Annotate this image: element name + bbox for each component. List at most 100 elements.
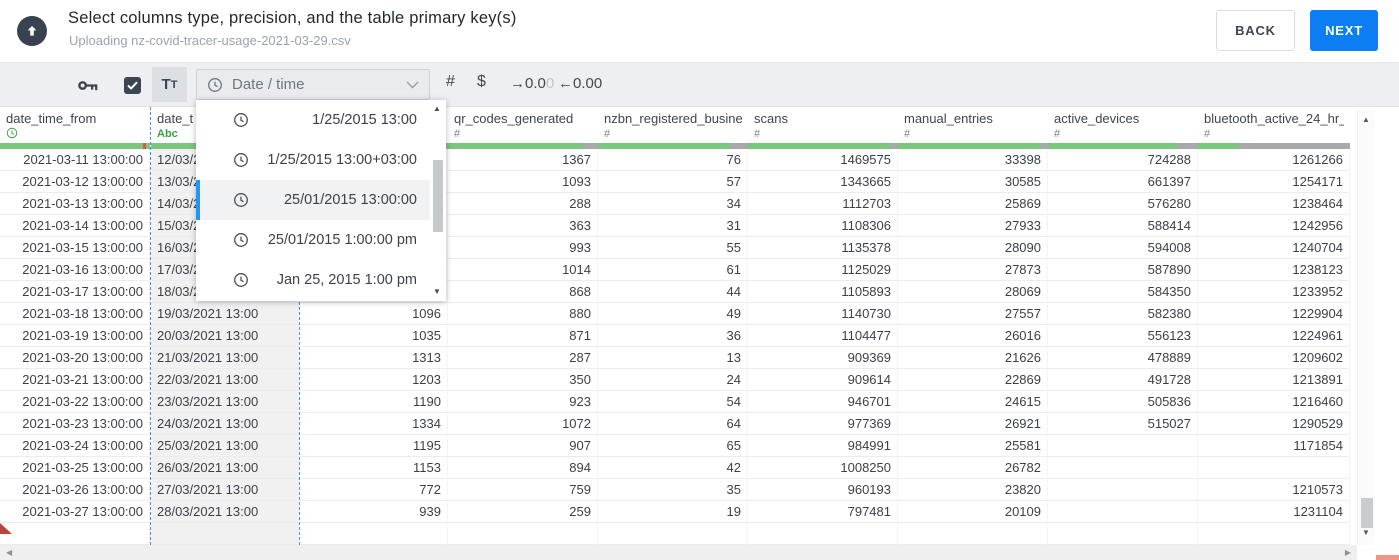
dropdown-scrollbar-thumb[interactable] — [433, 160, 443, 232]
table-cell: 1014 — [448, 259, 598, 281]
table-cell-empty — [448, 523, 598, 545]
table-vertical-scrollbar[interactable]: ▲ ▼ — [1357, 110, 1375, 545]
next-button[interactable]: NEXT — [1310, 10, 1378, 51]
scroll-up-icon[interactable]: ▲ — [433, 105, 441, 113]
table-cell: 556123 — [1048, 325, 1198, 347]
clock-icon — [233, 152, 249, 168]
table-cell: 20/03/2021 13:00 — [151, 325, 299, 347]
table-cell-empty — [1048, 523, 1198, 545]
table-cell: 22869 — [898, 369, 1048, 391]
dropdown-option[interactable]: 25/01/2015 1:00:00 pm — [196, 220, 430, 260]
column-title: manual_entries — [904, 111, 993, 126]
column-header[interactable]: date_time_from — [0, 107, 150, 143]
scroll-left-icon[interactable]: ◀ — [6, 548, 12, 557]
column-title: active_devices — [1054, 111, 1140, 126]
table-cell: 1093 — [448, 171, 598, 193]
column-header[interactable]: scans # — [748, 107, 898, 143]
column-header[interactable]: nzbn_registered_busine # — [598, 107, 748, 143]
decrease-precision-button[interactable]: ←0.00 — [558, 75, 602, 92]
back-button[interactable]: BACK — [1216, 10, 1295, 51]
table-cell: 993 — [448, 237, 598, 259]
table-cell: 26782 — [898, 457, 1048, 479]
table-cell: 2021-03-13 13:00:00 — [0, 193, 150, 215]
text-type-button[interactable]: TT — [152, 67, 187, 102]
table-cell: 984991 — [748, 435, 898, 457]
table-cell: 64 — [598, 413, 748, 435]
boolean-type-checkbox[interactable] — [124, 77, 141, 94]
column-header[interactable]: qr_codes_generated # — [448, 107, 598, 143]
increase-precision-button[interactable]: →0.00 — [510, 75, 554, 92]
table-cell: 1195 — [300, 435, 448, 457]
table-cell: 1290529 — [1198, 413, 1350, 435]
number-type-icon: # — [454, 128, 461, 140]
vertical-scrollbar-thumb[interactable] — [1361, 498, 1373, 528]
table-horizontal-scrollbar[interactable]: ◀ ▶ — [0, 545, 1357, 560]
table-cell-empty — [598, 523, 748, 545]
table-cell: 923 — [448, 391, 598, 413]
number-type-icon: # — [1054, 128, 1061, 140]
table-cell: 19 — [598, 501, 748, 523]
table-cell: 44 — [598, 281, 748, 303]
table-cell: 350 — [448, 369, 598, 391]
dropdown-option[interactable]: Jan 25, 2015 1:00 pm — [196, 260, 430, 300]
column-date_time_from: date_time_from 2021-03-11 13:00:00 2021-03… — [0, 107, 150, 545]
scroll-down-icon[interactable]: ▼ — [1362, 529, 1370, 537]
dropdown-option[interactable]: 1/25/2015 13:00+03:00 — [196, 140, 430, 180]
column-title: bluetooth_active_24_hr_ — [1204, 111, 1344, 126]
chevron-down-icon — [406, 80, 419, 89]
table-cell: 909369 — [748, 347, 898, 369]
table-cell: 287 — [448, 347, 598, 369]
column-header[interactable]: bluetooth_active_24_hr_ # — [1198, 107, 1350, 143]
column-type-select[interactable]: Date / time — [196, 69, 430, 100]
table-cell: 594008 — [1048, 237, 1198, 259]
table-cell: 894 — [448, 457, 598, 479]
primary-key-icon[interactable] — [78, 79, 98, 97]
table-cell: 909614 — [748, 369, 898, 391]
table-cell: 1334 — [300, 413, 448, 435]
column-active_devices: active_devices #724288 661397 576280 588414 5… — [1048, 107, 1198, 545]
table-cell — [1048, 457, 1198, 479]
column-qr_codes_generated: qr_codes_generated #1367 1093 288 363 993 1014… — [448, 107, 598, 545]
column-manual_entries: manual_entries #33398 30585 25869 27933 28090… — [898, 107, 1048, 545]
table-cell: 2021-03-15 13:00:00 — [0, 237, 150, 259]
table-cell: 23/03/2021 13:00 — [151, 391, 299, 413]
dropdown-option[interactable]: 25/01/2015 13:00:00 — [196, 180, 430, 220]
table-cell: 478889 — [1048, 347, 1198, 369]
scroll-corner-indicator — [1376, 555, 1399, 560]
table-cell: 28069 — [898, 281, 1048, 303]
table-cell: 27/03/2021 13:00 — [151, 479, 299, 501]
clock-icon — [233, 232, 249, 248]
clock-icon — [233, 192, 249, 208]
table-cell: 25/03/2021 13:00 — [151, 435, 299, 457]
scroll-up-icon[interactable]: ▲ — [1362, 116, 1370, 124]
table-cell — [1048, 435, 1198, 457]
number-type-icon: # — [1204, 128, 1211, 140]
table-cell: 1008250 — [748, 457, 898, 479]
column-header[interactable]: active_devices # — [1048, 107, 1198, 143]
table-cell: 1242956 — [1198, 215, 1350, 237]
currency-type-button[interactable]: $ — [477, 73, 486, 91]
table-cell: 1153 — [300, 457, 448, 479]
table-cell: 1190 — [300, 391, 448, 413]
column-title: date_time_from — [6, 111, 97, 126]
table-cell: 759 — [448, 479, 598, 501]
table-cell: 515027 — [1048, 413, 1198, 435]
table-cell: 27933 — [898, 215, 1048, 237]
table-cell: 724288 — [1048, 149, 1198, 171]
table-cell: 1035 — [300, 325, 448, 347]
integer-type-button[interactable]: # — [446, 73, 455, 91]
table-cell: 26/03/2021 13:00 — [151, 457, 299, 479]
page-title: Select columns type, precision, and the … — [68, 9, 517, 27]
table-cell: 1313 — [300, 347, 448, 369]
dropdown-scrollbar[interactable]: ▲ ▼ — [430, 100, 446, 301]
text-type-label-big: T — [161, 76, 171, 93]
table-cell: 288 — [448, 193, 598, 215]
column-header[interactable]: manual_entries # — [898, 107, 1048, 143]
scroll-down-icon[interactable]: ▼ — [433, 288, 441, 296]
table-cell: 54 — [598, 391, 748, 413]
selected-option-indicator — [196, 180, 200, 220]
scroll-right-icon[interactable]: ▶ — [1345, 548, 1351, 557]
dropdown-option[interactable]: 1/25/2015 13:00 — [196, 100, 430, 140]
dropdown-option-label: 1/25/2015 13:00+03:00 — [267, 152, 417, 168]
table-cell: 24 — [598, 369, 748, 391]
